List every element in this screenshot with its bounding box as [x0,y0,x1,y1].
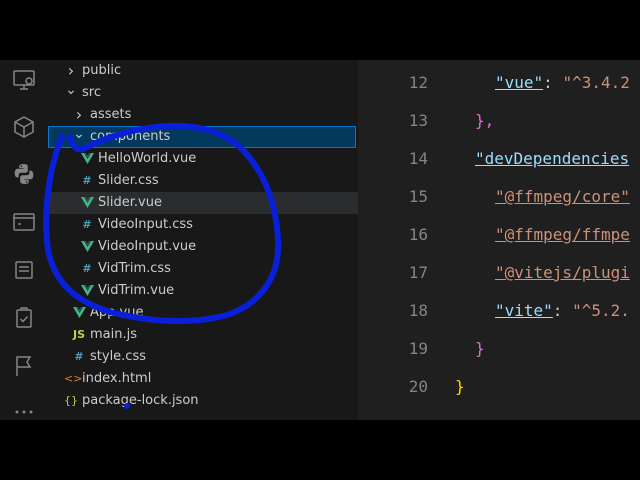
line-number: 14 [408,149,428,168]
json-separator: : [543,73,563,92]
json-bracket: } [475,339,485,358]
vue-file-icon [80,148,94,170]
explorer-item-index-html[interactable]: <> index.html [48,368,358,390]
chevron-down-icon: ⌄ [65,82,77,98]
code-content: } [475,330,485,368]
explorer-item-label: VideoInput.css [98,217,193,232]
explorer-item-label: App.vue [90,305,144,320]
line-number: 12 [408,73,428,92]
explorer-item-label: VidTrim.vue [98,283,175,298]
line-number: 19 [408,339,428,358]
json-value: "@vitejs/plugi [495,263,630,282]
explorer-item-vidtrim-css[interactable]: # VidTrim.css [48,258,358,280]
code-content: "@ffmpeg/core" [495,178,630,216]
css-file-icon: # [82,218,92,231]
vscode-window: › public ⌄ src › assets ⌄ components HelloWorld.… [0,60,640,420]
json-bracket: } [455,377,465,396]
line-number: 13 [408,111,428,130]
vue-file-icon [72,302,86,324]
cube-icon[interactable] [12,115,36,139]
editor-layout-icon[interactable] [12,258,36,282]
line-number: 16 [408,225,428,244]
code-content: "@vitejs/plugi [495,254,630,292]
explorer-item-src[interactable]: ⌄ src [48,82,358,104]
explorer-item-videoinput-vue[interactable]: VideoInput.vue [48,236,358,258]
explorer-item-label: components [90,129,171,144]
line-number: 18 [408,301,428,320]
vue-file-icon [80,236,94,258]
vue-file-icon [80,192,94,214]
line-number: 15 [408,187,428,206]
explorer-item-label: assets [90,107,132,122]
explorer-item-label: Slider.vue [98,195,162,210]
explorer-item-assets[interactable]: › assets [48,104,358,126]
code-content: }, [475,102,494,140]
code-content: "devDependencies [475,140,629,178]
json-separator: : [552,301,573,320]
explorer-item-label: style.css [90,349,146,364]
explorer-item-app-vue[interactable]: App.vue [48,302,358,324]
explorer-item-style-css[interactable]: # style.css [48,346,358,368]
python-icon[interactable] [12,162,36,186]
explorer-item-components[interactable]: ⌄ components [48,126,356,148]
explorer-item-package-lock-json[interactable]: {} package-lock.json [48,390,358,412]
json-value: "@ffmpeg/ffmpe [495,225,630,244]
html-file-icon: <> [64,372,83,385]
line-number: 17 [408,263,428,282]
more-icon[interactable] [12,400,36,420]
css-file-icon: # [82,262,92,275]
flag-icon[interactable] [12,354,36,378]
explorer-item-label: package-lock.json [82,393,199,408]
chevron-down-icon: ⌄ [73,126,85,142]
code-editor[interactable]: 12 "vue": "^3.4.2 13}, 14 "devDependencies 15… [358,60,640,420]
explorer-item-helloworld-vue[interactable]: HelloWorld.vue [48,148,358,170]
remote-explorer-icon[interactable] [12,68,36,92]
explorer-item-slider-css[interactable]: # Slider.css [48,170,358,192]
code-content: "@ffmpeg/ffmpe [495,216,630,254]
code-content: "vite": "^5.2. [495,292,630,330]
task-checklist-icon[interactable] [12,306,36,330]
explorer-item-label: index.html [82,371,152,386]
file-explorer: › public ⌄ src › assets ⌄ components HelloWorld.… [48,60,358,420]
css-file-icon: # [74,350,84,363]
explorer-item-label: main.js [90,327,137,342]
json-value: "^5.2. [572,301,630,320]
code-content: } [455,368,465,406]
json-value: "@ffmpeg/core" [495,187,630,206]
json-file-icon: {} [64,394,78,407]
chevron-right-icon: › [75,105,83,124]
explorer-item-videoinput-css[interactable]: # VideoInput.css [48,214,358,236]
explorer-item-slider-vue[interactable]: Slider.vue [48,192,358,214]
explorer-item-label: public [82,63,122,78]
explorer-item-label: HelloWorld.vue [98,151,197,166]
json-key: "devDependencies [475,149,630,168]
terminal-panel-icon[interactable] [12,210,36,234]
explorer-item-label: Slider.css [98,173,159,188]
json-key: "vite" [495,301,553,320]
chevron-right-icon: › [67,61,75,80]
explorer-item-label: VideoInput.vue [98,239,197,254]
line-number: 20 [408,377,428,396]
activity-bar [0,60,48,420]
vue-file-icon [80,280,94,302]
code-content: "vue": "^3.4.2 [495,64,630,102]
explorer-item-public[interactable]: › public [48,60,358,82]
json-bracket: }, [475,111,495,130]
css-file-icon: # [82,174,92,187]
explorer-item-main-js[interactable]: JS main.js [48,324,358,346]
js-file-icon: JS [72,328,85,341]
explorer-item-label: VidTrim.css [98,261,171,276]
json-value: "^3.4.2 [562,73,630,92]
json-key: "vue" [495,73,544,92]
explorer-item-label: src [82,85,101,100]
explorer-item-vidtrim-vue[interactable]: VidTrim.vue [48,280,358,302]
